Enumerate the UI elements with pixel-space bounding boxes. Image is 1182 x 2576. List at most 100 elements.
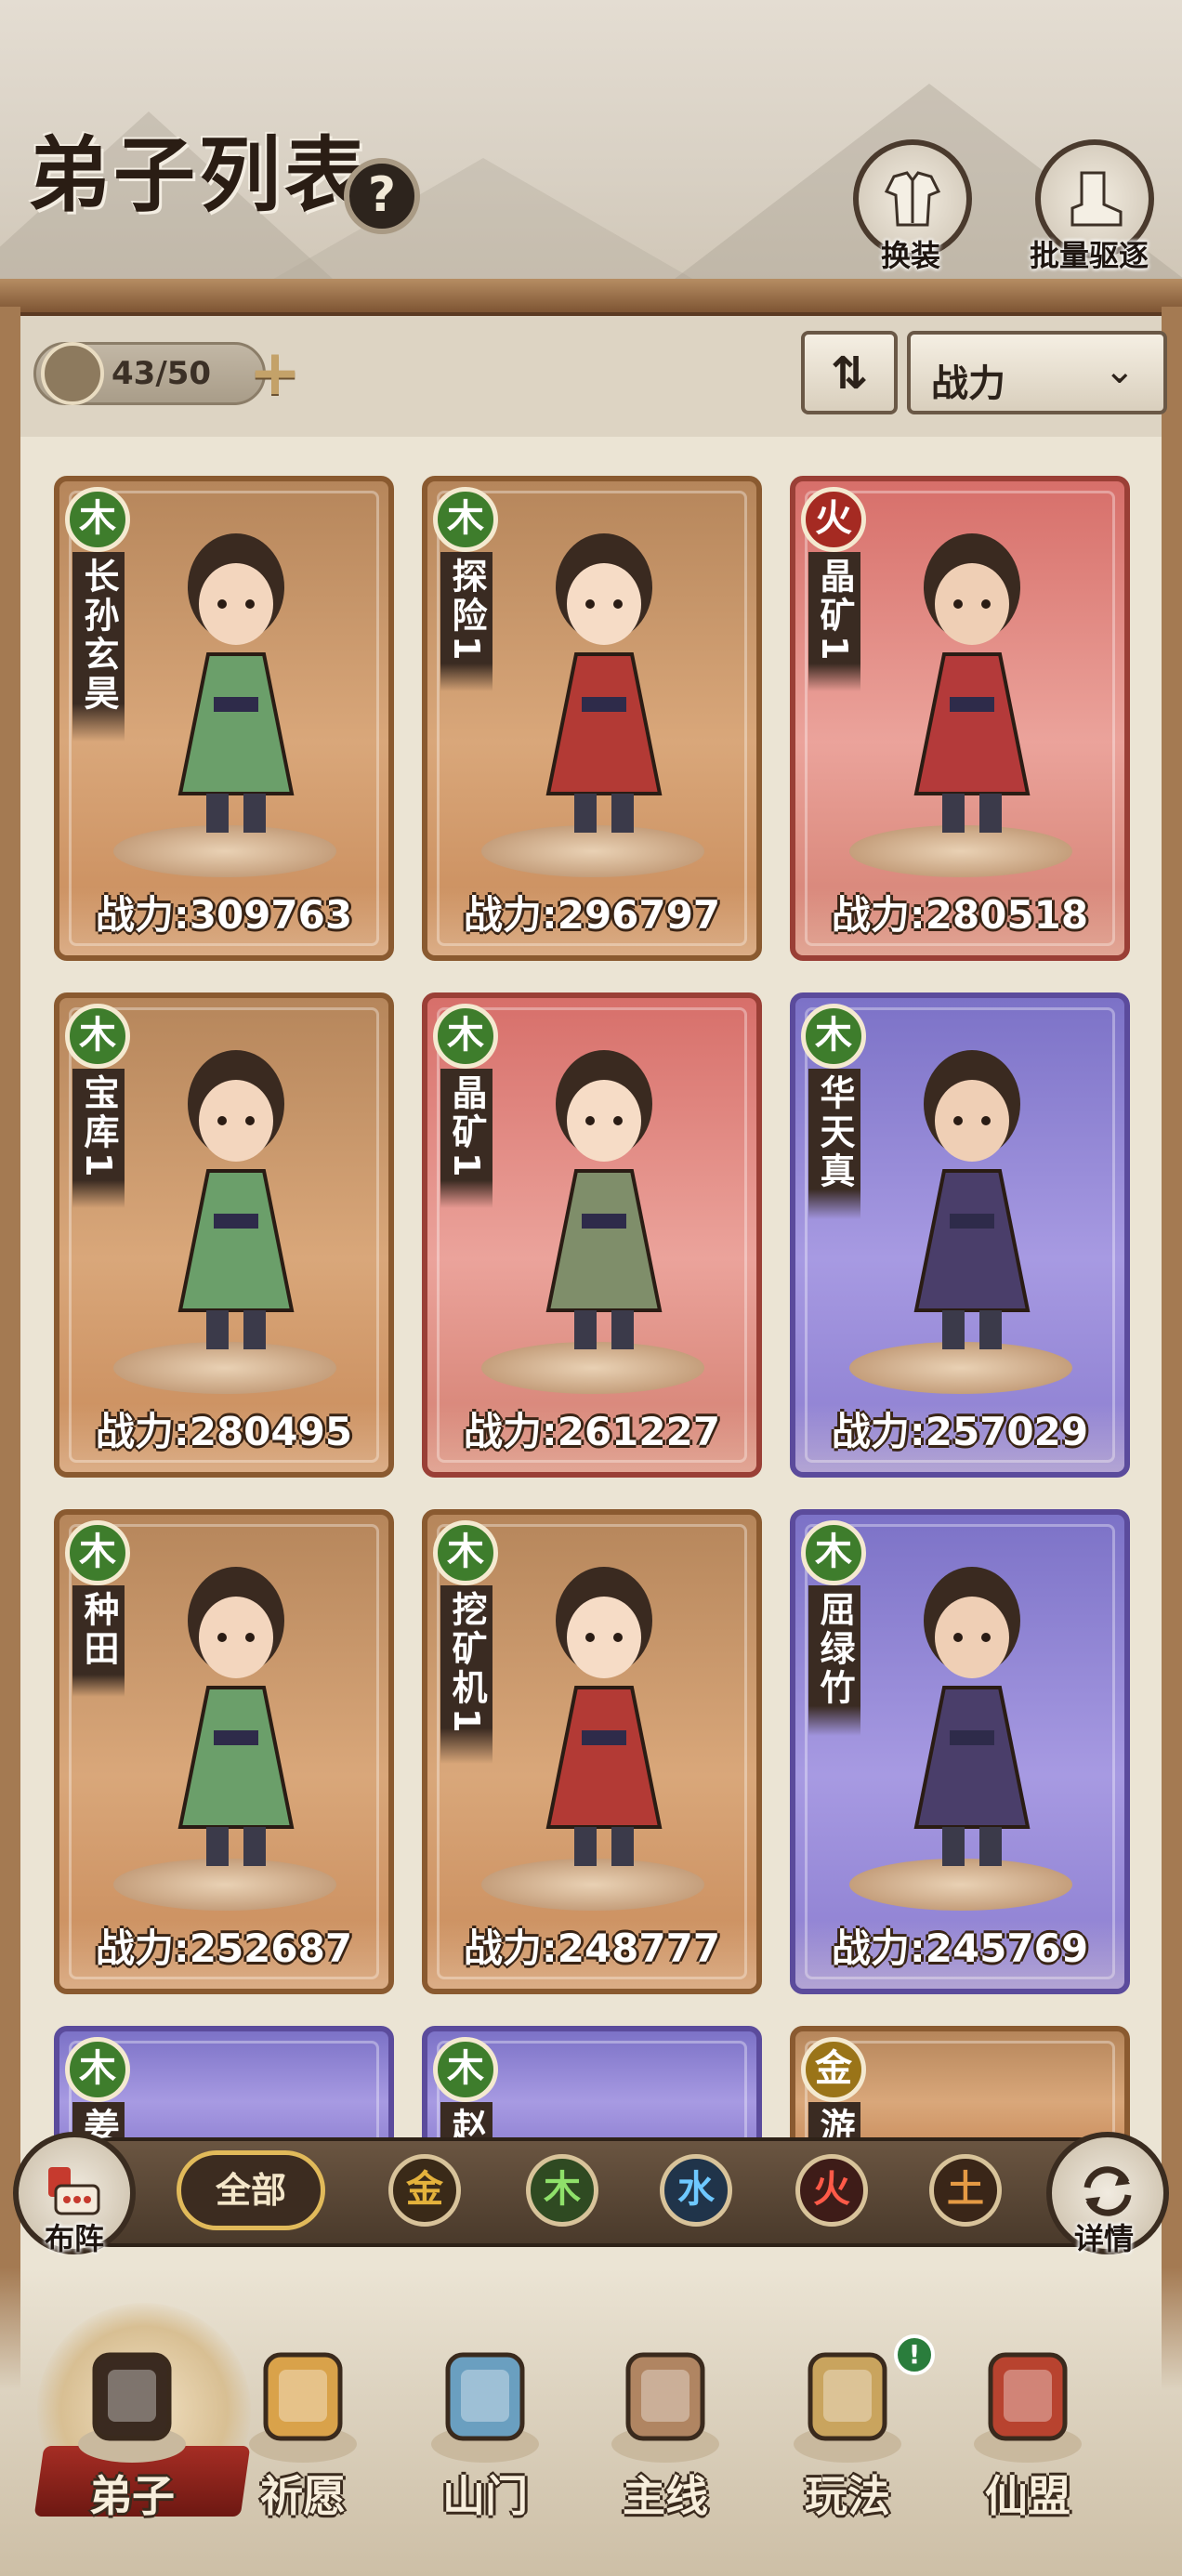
disciple-avatar-icon bbox=[41, 342, 104, 405]
disciple-figure bbox=[177, 1050, 295, 1349]
nav-label: 主线 bbox=[623, 2471, 708, 2521]
element-badge: 木 bbox=[433, 1004, 498, 1069]
disciple-power: 战力:252687 bbox=[95, 1925, 353, 1971]
disciple-figure bbox=[913, 1567, 1031, 1866]
disciple-icon bbox=[71, 2333, 193, 2472]
add-capacity-button[interactable]: + bbox=[247, 342, 303, 407]
element-badge: 木 bbox=[433, 2037, 498, 2102]
formation-label: 布阵 bbox=[45, 2221, 105, 2256]
disciple-card[interactable]: 战力:257029 华天真 木 bbox=[790, 992, 1130, 1478]
element-badge: 木 bbox=[65, 1004, 130, 1069]
nav-item[interactable]: 祈愿 bbox=[219, 2323, 387, 2537]
nav-label: 玩法 bbox=[805, 2471, 890, 2521]
nav-item[interactable]: 弟子 bbox=[48, 2323, 216, 2537]
element-badge: 木 bbox=[65, 1520, 130, 1585]
element-badge: 木 bbox=[65, 487, 130, 552]
disciple-power: 战力:245769 bbox=[831, 1925, 1089, 1971]
name-strip: 华天真 bbox=[808, 1069, 860, 1219]
name-strip: 晶矿1 bbox=[440, 1069, 492, 1209]
disciple-count: 43/50 bbox=[112, 355, 212, 392]
nav-label: 仙盟 bbox=[985, 2471, 1070, 2521]
element-badge: 木 bbox=[433, 487, 498, 552]
nav-label: 祈愿 bbox=[260, 2471, 346, 2521]
nav-item[interactable]: 仙盟 bbox=[944, 2323, 1111, 2537]
sort-arrows-icon: ⇅ bbox=[830, 348, 869, 400]
page-title: 弟子列表 bbox=[28, 126, 371, 223]
disciple-power: 战力:248777 bbox=[463, 1925, 721, 1971]
filter-water-chip[interactable]: 水 bbox=[660, 2154, 732, 2227]
filter-earth-chip[interactable]: 土 bbox=[929, 2154, 1002, 2227]
sort-dropdown-value: 战力 bbox=[931, 362, 1005, 405]
notification-badge: ! bbox=[894, 2334, 935, 2375]
disciple-card[interactable]: 战力:252687 种田木 bbox=[54, 1509, 394, 1994]
filter-gold-chip[interactable]: 金 bbox=[388, 2154, 461, 2227]
disciple-name: 屈绿竹 bbox=[814, 1591, 855, 1708]
disciple-card[interactable]: 战力:245769 屈绿竹 木 bbox=[790, 1509, 1130, 1994]
batch-dismiss-label: 批量驱逐 bbox=[1030, 238, 1149, 273]
nav-label: 弟子 bbox=[89, 2471, 175, 2521]
disciple-figure bbox=[545, 533, 663, 833]
disciple-card[interactable]: 战力:280518 晶矿1 火 bbox=[790, 476, 1130, 961]
outfit-icon bbox=[884, 171, 941, 227]
help-button[interactable]: ? bbox=[344, 158, 420, 234]
question-icon: ? bbox=[367, 167, 397, 223]
element-badge: 木 bbox=[801, 1004, 866, 1069]
name-strip: 晶矿1 bbox=[808, 552, 860, 692]
element-badge: 木 bbox=[65, 2037, 130, 2102]
nav-item[interactable]: 主线 bbox=[582, 2323, 749, 2537]
sword-icon bbox=[604, 2333, 727, 2472]
filter-fire-chip[interactable]: 火 bbox=[795, 2154, 868, 2227]
disciple-card[interactable]: 战力:296797 探险1 木 bbox=[422, 476, 762, 961]
disciple-card[interactable]: 战力:261227 晶矿1 木 bbox=[422, 992, 762, 1478]
frame-left bbox=[0, 307, 20, 2472]
disciple-name: 宝库1 bbox=[78, 1074, 119, 1181]
element-badge: 木 bbox=[433, 1520, 498, 1585]
name-strip: 屈绿竹 bbox=[808, 1585, 860, 1736]
disciple-name: 晶矿1 bbox=[446, 1074, 487, 1181]
disciple-card[interactable]: 战力:248777 挖矿机1 木 bbox=[422, 1509, 762, 1994]
disciple-name: 种田 bbox=[78, 1591, 119, 1669]
disciple-name: 探险1 bbox=[446, 558, 487, 664]
refresh-icon bbox=[1084, 2166, 1132, 2216]
disciple-power: 战力:309763 bbox=[95, 892, 353, 938]
element-badge: 金 bbox=[801, 2037, 866, 2102]
filter-wood-chip[interactable]: 木 bbox=[526, 2154, 598, 2227]
nav-item[interactable]: 山门 bbox=[401, 2323, 569, 2537]
name-strip: 探险1 bbox=[440, 552, 492, 692]
disciple-name: 晶矿1 bbox=[814, 558, 855, 664]
disciple-figure bbox=[177, 533, 295, 833]
name-strip: 宝库1 bbox=[72, 1069, 125, 1209]
map-icon bbox=[786, 2333, 909, 2472]
boot-icon bbox=[1070, 171, 1123, 227]
disciple-power: 战力:261227 bbox=[463, 1409, 721, 1454]
disciple-figure bbox=[177, 1567, 295, 1866]
disciple-figure bbox=[545, 1050, 663, 1349]
disciple-power: 战力:257029 bbox=[831, 1409, 1089, 1454]
filter-all-chip[interactable]: 全部 bbox=[177, 2150, 325, 2230]
outfit-label: 换装 bbox=[881, 238, 941, 273]
frame-right bbox=[1162, 307, 1182, 2472]
disciple-name: 长孙玄昊 bbox=[78, 558, 119, 714]
sort-order-button[interactable]: ⇅ bbox=[801, 331, 898, 414]
banner-icon bbox=[966, 2333, 1089, 2472]
disciple-power: 战力:296797 bbox=[463, 892, 721, 938]
disciple-name: 华天真 bbox=[814, 1074, 855, 1191]
name-strip: 种田 bbox=[72, 1585, 125, 1697]
chevron-down-icon: ⌄ bbox=[1104, 349, 1136, 392]
details-label: 详情 bbox=[1074, 2221, 1135, 2256]
scroll-icon bbox=[242, 2333, 364, 2472]
disciple-card[interactable]: 战力:280495 宝库1 木 bbox=[54, 992, 394, 1478]
name-strip: 长孙玄昊 bbox=[72, 552, 125, 742]
sort-dropdown[interactable]: 战力 ⌄ bbox=[907, 331, 1167, 414]
gate-icon bbox=[424, 2333, 546, 2472]
disciple-figure bbox=[913, 533, 1031, 833]
element-badge: 木 bbox=[801, 1520, 866, 1585]
name-strip: 挖矿机1 bbox=[440, 1585, 492, 1765]
frame-top bbox=[0, 279, 1182, 316]
nav-label: 山门 bbox=[442, 2471, 528, 2521]
element-badge: 火 bbox=[801, 487, 866, 552]
disciple-power: 战力:280518 bbox=[831, 892, 1089, 938]
disciple-power: 战力:280495 bbox=[95, 1409, 353, 1454]
disciple-figure bbox=[545, 1567, 663, 1866]
disciple-card[interactable]: 战力:309763 长孙玄昊 木 bbox=[54, 476, 394, 961]
